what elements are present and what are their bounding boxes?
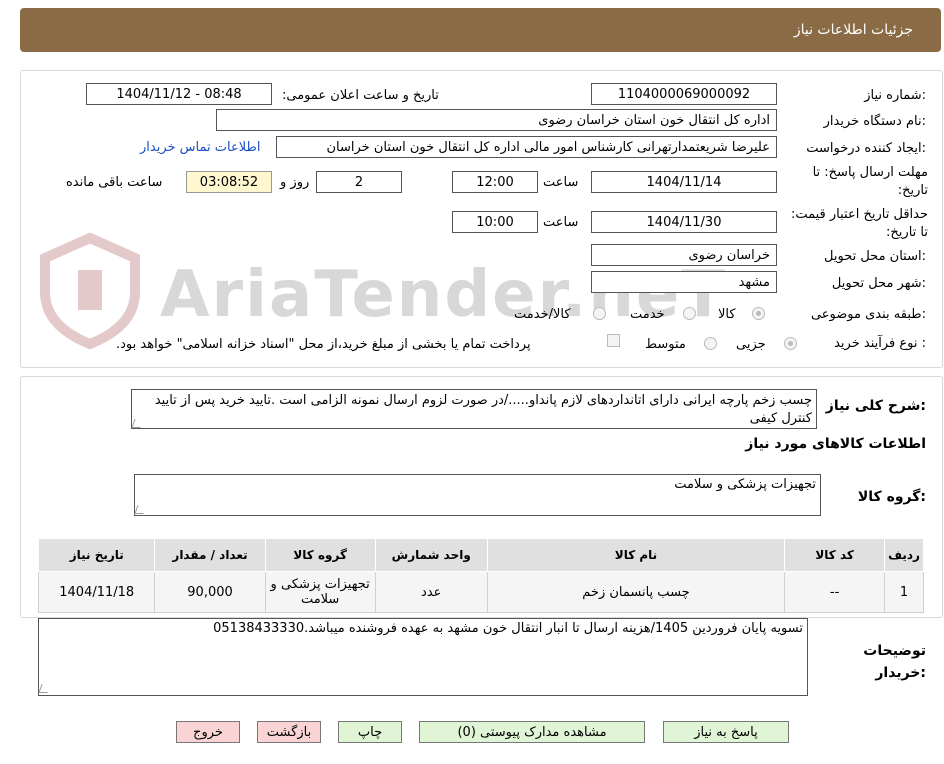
announce-label: تاریخ و ساعت اعلان عمومی: <box>282 88 439 103</box>
remaining-time-label: ساعت باقی مانده <box>66 175 163 190</box>
col-date: تاریخ نیاز <box>37 538 156 572</box>
validity-time-field[interactable]: 10:00 <box>452 211 538 233</box>
reply-button[interactable]: پاسخ به نیاز <box>663 721 789 743</box>
goods-section-title: اطلاعات کالاهای مورد نیاز <box>745 436 926 452</box>
validity-label: حداقل تاریخ اعتبار قیمت: تا تاریخ: <box>790 207 928 240</box>
back-button[interactable]: بازگشت <box>257 721 321 743</box>
deadline-label: مهلت ارسال پاسخ: تا تاریخ: <box>812 165 928 198</box>
days-label: روز و <box>280 175 310 190</box>
process-label: نوع فرآیند خرید : <box>834 336 926 351</box>
deadline-time-label: ساعت <box>543 175 579 190</box>
creator-field[interactable]: علیرضا شریعتمدارتهرانی کارشناس امور مالی… <box>276 136 777 158</box>
province-label: استان محل تحویل: <box>824 249 926 264</box>
need-number-label: شماره نیاز: <box>864 88 926 103</box>
table-header-row: ردیف کد کالا نام کالا واحد شمارش گروه کا… <box>37 538 924 572</box>
cell-group: تجهیزات پزشکی و سلامت <box>264 571 376 613</box>
remaining-time-field: 03:08:52 <box>186 171 272 193</box>
buyer-notes-field[interactable]: تسویه پایان فروردین 1405/هزینه ارسال تا … <box>38 618 808 696</box>
buyer-label: نام دستگاه خریدار: <box>823 114 926 129</box>
process-note: پرداخت تمام یا بخشی از مبلغ خرید،از محل … <box>116 337 531 352</box>
category-label: طبقه بندی موضوعی: <box>810 307 926 322</box>
days-field[interactable]: 2 <box>316 171 402 193</box>
process-option-minor: جزیی <box>736 337 766 352</box>
category-option-service: خدمت <box>630 307 665 322</box>
category-radio-goods-service[interactable] <box>593 307 606 320</box>
contact-info-link[interactable]: اطلاعات تماس خریدار <box>140 140 260 155</box>
table-row: 1 -- چسب پانسمان زخم عدد تجهیزات پزشکی و… <box>37 571 924 613</box>
treasury-checkbox[interactable] <box>607 334 620 347</box>
creator-label: ایجاد کننده درخواست: <box>806 141 926 156</box>
city-label: شهر محل تحویل: <box>831 276 926 291</box>
announce-field[interactable]: 1404/11/12 - 08:48 <box>86 83 272 105</box>
col-code: کد کالا <box>784 538 886 572</box>
items-table: ردیف کد کالا نام کالا واحد شمارش گروه کا… <box>37 538 924 613</box>
category-radio-goods[interactable] <box>752 307 765 320</box>
process-radio-medium[interactable] <box>704 337 717 350</box>
attachments-button[interactable]: مشاهده مدارک پیوستی (0) <box>419 721 645 743</box>
deadline-date-field[interactable]: 1404/11/14 <box>591 171 777 193</box>
category-option-goods: کالا <box>718 307 736 322</box>
validity-time-label: ساعت <box>543 215 579 230</box>
province-field[interactable]: خراسان رضوی <box>591 244 777 266</box>
col-qty: تعداد / مقدار <box>154 538 266 572</box>
description-label: شرح کلی نیاز: <box>825 398 926 414</box>
category-radio-service[interactable] <box>683 307 696 320</box>
deadline-time-field[interactable]: 12:00 <box>452 171 538 193</box>
process-option-medium: متوسط <box>645 337 686 352</box>
goods-group-label: گروه کالا: <box>857 489 926 505</box>
cell-unit: عدد <box>374 571 488 613</box>
page-header: جزئیات اطلاعات نیاز <box>20 8 941 52</box>
col-group: گروه کالا <box>264 538 376 572</box>
buyer-field[interactable]: اداره کل انتقال خون استان خراسان رضوی <box>216 109 777 131</box>
cell-qty: 90,000 <box>154 571 266 613</box>
exit-button[interactable]: خروج <box>176 721 240 743</box>
process-radio-minor[interactable] <box>784 337 797 350</box>
buyer-notes-label: توضیحات خریدار: <box>863 643 926 681</box>
cell-code: -- <box>784 571 886 613</box>
category-option-goods-service: کالا/خدمت <box>514 307 571 322</box>
cell-date: 1404/11/18 <box>37 571 156 613</box>
goods-group-field[interactable]: تجهیزات پزشکی و سلامت <box>134 474 821 516</box>
description-field[interactable]: چسب زخم پارچه ایرانی دارای اتانداردهای ل… <box>131 389 817 429</box>
print-button[interactable]: چاپ <box>338 721 402 743</box>
col-unit: واحد شمارش <box>374 538 488 572</box>
city-field[interactable]: مشهد <box>591 271 777 293</box>
watermark-logo-icon <box>40 232 140 350</box>
need-number-field[interactable]: 1104000069000092 <box>591 83 777 105</box>
validity-date-field[interactable]: 1404/11/30 <box>591 211 777 233</box>
cell-row: 1 <box>884 571 924 613</box>
col-row: ردیف <box>884 538 924 572</box>
page-title: جزئیات اطلاعات نیاز <box>793 22 913 38</box>
col-name: نام کالا <box>486 538 786 572</box>
cell-name: چسب پانسمان زخم <box>486 571 786 613</box>
